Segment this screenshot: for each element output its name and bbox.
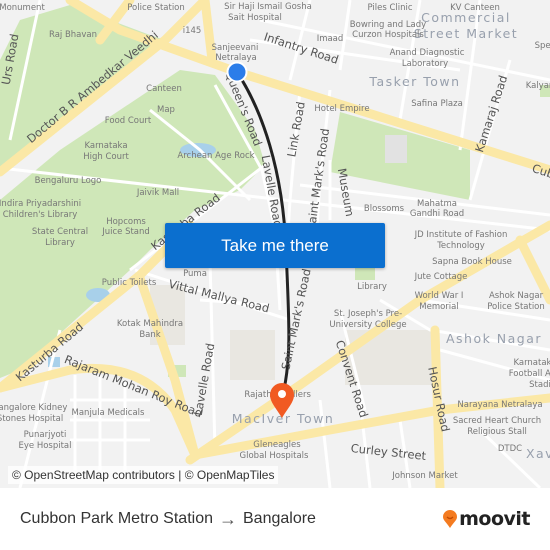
poi-label: Stones Hospital [0, 414, 63, 424]
poi-label: Narayana Netralaya [457, 400, 542, 410]
poi-label: Technology [436, 241, 485, 251]
poi-label: State Central [32, 227, 88, 237]
poi-label: Bank [139, 330, 160, 340]
poi-label: Puma [183, 269, 207, 279]
poi-label: Archean Age Rock [177, 151, 254, 161]
poi-label: Curzon Hospitals [352, 30, 424, 40]
poi-label: Punarjyoti [24, 430, 67, 440]
area-label: Ashok Nagar [446, 331, 542, 346]
poi-label: Children's Library [3, 210, 78, 220]
poi-label: Map [157, 105, 175, 115]
poi-label: llers [293, 390, 311, 400]
take-me-there-button[interactable]: Take me there [165, 223, 385, 268]
poi-label: Library [45, 238, 75, 248]
poi-label: Library [357, 282, 387, 292]
poi-label: Monument [0, 3, 45, 13]
area-label: Street Market [414, 26, 518, 41]
poi-label: University College [329, 320, 406, 330]
poi-label: Religious Stall [467, 427, 527, 437]
poi-label: Piles Clinic [367, 3, 412, 13]
poi-label: Imaad [317, 34, 344, 44]
poi-label: Canteen [146, 84, 182, 94]
poi-label: Safina Plaza [411, 99, 463, 109]
poi-label: Jaivik Mall [136, 188, 179, 198]
poi-label: Sapna Book House [432, 257, 512, 267]
poi-label: Manjula Medicals [72, 408, 146, 418]
poi-label: High Court [83, 152, 129, 162]
moovit-logo[interactable]: moovit [443, 508, 530, 530]
poi-label: Eye Hospital [18, 441, 71, 451]
poi-label: Public Toilets [102, 278, 157, 288]
poi-label: Rajath [244, 390, 271, 400]
poi-label: Mahatma [417, 199, 457, 209]
poi-label: Bangalore Kidney [0, 403, 67, 413]
poi-label: Global Hospitals [240, 451, 309, 461]
arrow-right-icon: → [219, 508, 237, 529]
poi-label: KV Canteen [450, 3, 500, 13]
poi-label: Ashok Nagar [489, 291, 544, 301]
ground-building [385, 135, 407, 163]
map-attribution[interactable]: © OpenStreetMap contributors | © OpenMap… [8, 466, 279, 484]
poi-label: Memorial [419, 302, 458, 312]
poi-label: Hopcoms [106, 217, 146, 227]
poi-label: Hotel Empire [314, 104, 369, 114]
poi-label: Bengaluru Logo [35, 176, 102, 186]
poi-label: Blossoms [364, 204, 405, 214]
poi-label: World War I [415, 291, 464, 301]
poi-label: Xav [526, 446, 550, 461]
poi-label: Raj Bhavan [49, 30, 97, 40]
poi-label: JD Institute of Fashion [414, 230, 508, 240]
poi-label: Anand Diagnostic [390, 48, 465, 58]
origin-name: Cubbon Park Metro Station [20, 510, 213, 527]
poi-label: Spec [535, 41, 550, 51]
moovit-pin-icon [443, 510, 458, 528]
poi-label: Jute Cottage [414, 272, 468, 282]
poi-label: i145 [183, 26, 202, 36]
poi-label: Laboratory [402, 59, 448, 69]
footer-bar: Cubbon Park Metro Station → Bangalore mo… [0, 488, 550, 550]
poi-label: Johnson Market [391, 471, 458, 481]
destination-name: Bangalore [243, 510, 316, 527]
poi-label: Police Station [127, 3, 185, 13]
route-title: Cubbon Park Metro Station → Bangalore [20, 509, 316, 530]
poi-label: DTDC [498, 444, 522, 454]
poi-label: Kalyan [526, 81, 550, 91]
poi-label: Police Station [487, 302, 545, 312]
poi-label: Football As [509, 369, 550, 379]
poi-label: Gandhi Road [410, 209, 464, 219]
poi-label: Sait Hospital [228, 13, 282, 23]
poi-label: Bowring and Lady [350, 20, 426, 30]
poi-label: Indira Priyadarshini [0, 199, 81, 209]
poi-label: St. Joseph's Pre- [334, 309, 402, 319]
poi-label: Juice Stand [101, 227, 150, 237]
poi-label: Sanjeevani [212, 43, 259, 53]
poi-label: Karnataka [513, 358, 550, 368]
map-view[interactable]: Commercial Street Market Tasker Town Ash… [0, 0, 550, 488]
area-label: Tasker Town [368, 74, 460, 89]
logo-text: moovit [459, 508, 530, 530]
block [230, 330, 275, 380]
poi-label: Netralaya [215, 53, 256, 63]
poi-label: Stadi [529, 380, 550, 390]
poi-label: Kotak Mahindra [117, 319, 183, 329]
poi-label: Sir Haji Ismail Gosha [224, 2, 312, 12]
origin-marker[interactable] [226, 61, 248, 83]
poi-label: Karnataka [84, 141, 127, 151]
poi-label: Sacred Heart Church [453, 416, 541, 426]
poi-label: Gleneagles [253, 440, 301, 450]
poi-label: Food Court [105, 116, 152, 126]
